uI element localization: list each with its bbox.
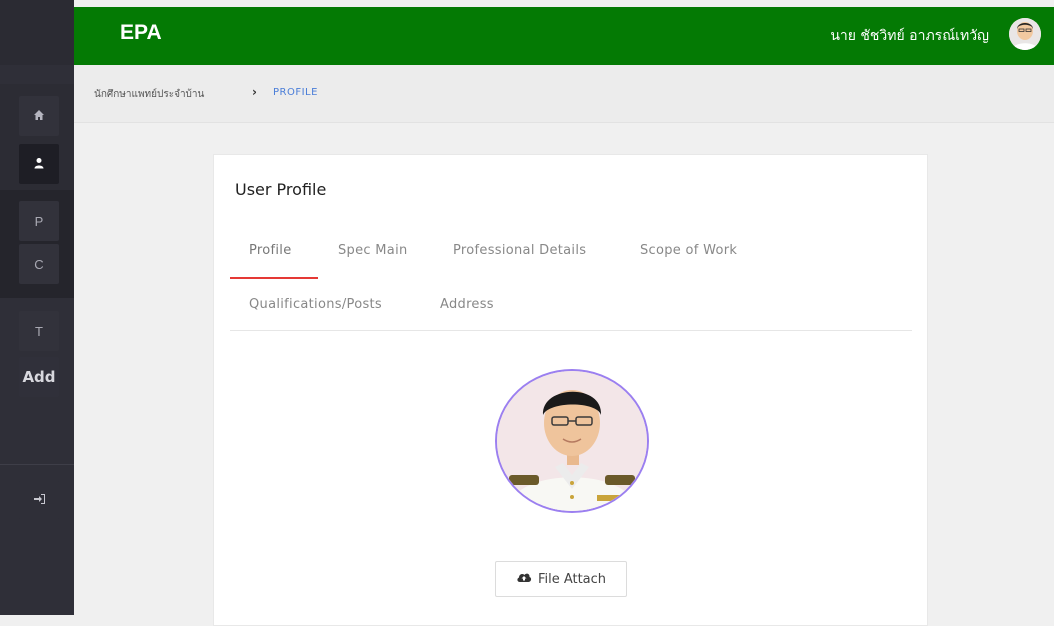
file-attach-label: File Attach (537, 571, 607, 587)
avatar[interactable] (1009, 18, 1041, 50)
brand-logo-text[interactable]: EPA (120, 21, 162, 45)
sidebar-item-label: T (35, 323, 43, 339)
chevron-right-icon: › (252, 85, 257, 99)
user-icon (33, 157, 45, 172)
sidebar-item-label: P (34, 213, 44, 229)
breadcrumb-current: PROFILE (273, 87, 318, 98)
sidebar-item-label: C (34, 256, 44, 272)
profile-photo (495, 369, 649, 513)
tab-scope-of-work[interactable]: Scope of Work (640, 243, 737, 258)
breadcrumb-home-link[interactable]: นักศึกษาแพทย์ประจำบ้าน (94, 87, 204, 102)
sidebar-item-p[interactable]: P (19, 201, 59, 241)
profile-card: User Profile Profile Spec Main Professio… (213, 154, 928, 626)
active-tab-indicator (230, 277, 318, 279)
breadcrumb: นักศึกษาแพทย์ประจำบ้าน › PROFILE (74, 65, 1054, 123)
home-icon (33, 109, 45, 124)
cloud-upload-icon (516, 571, 532, 587)
sidebar-item-c[interactable]: C (19, 244, 59, 284)
sidebar-item-signin[interactable] (19, 480, 59, 520)
tab-profile[interactable]: Profile (249, 243, 292, 258)
tab-spec-main[interactable]: Spec Main (338, 243, 408, 258)
sidebar: P C T Add (0, 0, 74, 615)
tabs-divider (230, 330, 912, 331)
sidebar-item-add[interactable]: Add (19, 357, 59, 397)
sidebar-top (0, 0, 74, 65)
sidebar-item-home[interactable] (19, 96, 59, 136)
sign-in-icon (33, 493, 46, 508)
sidebar-item-label: Add (22, 368, 56, 386)
sidebar-item-profile[interactable] (19, 144, 59, 184)
tab-qualifications-posts[interactable]: Qualifications/Posts (249, 297, 382, 312)
tab-professional-details[interactable]: Professional Details (453, 243, 586, 258)
tab-address[interactable]: Address (440, 297, 494, 312)
sidebar-item-t[interactable]: T (19, 311, 59, 351)
top-header: EPA นาย ชัชวิทย์ อาภรณ์เทวัญ (74, 7, 1054, 65)
sidebar-divider (0, 464, 74, 465)
user-name[interactable]: นาย ชัชวิทย์ อาภรณ์เทวัญ (830, 25, 989, 47)
file-attach-button[interactable]: File Attach (495, 561, 627, 597)
page-title: User Profile (235, 180, 327, 199)
